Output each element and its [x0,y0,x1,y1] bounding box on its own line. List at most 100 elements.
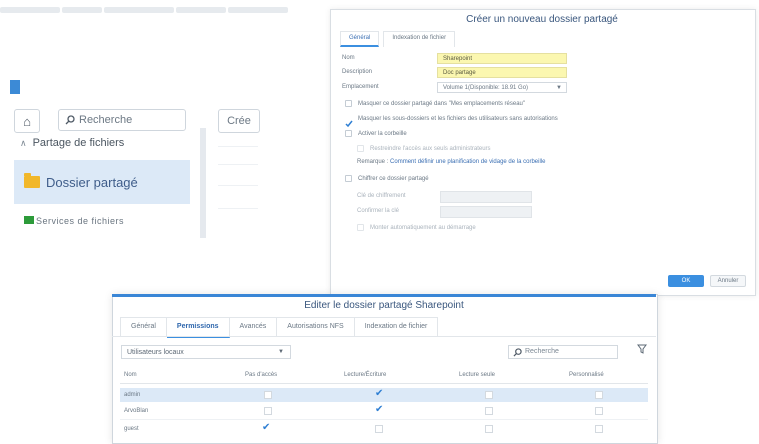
checkbox-disabled[interactable] [357,224,364,231]
check-icon[interactable]: ✔ [375,389,383,399]
filter-button[interactable] [634,344,650,360]
table-row[interactable] [120,404,648,418]
tab-file-indexing[interactable]: Indexation de fichier [383,31,456,47]
location-value: Volume 1(Disponible: 18.91 Go) [443,85,529,91]
check-icon[interactable]: ✔ [262,423,270,433]
checkbox-no-access[interactable] [264,391,272,399]
dropdown-arrow-icon: ▼ [556,85,562,91]
table-row[interactable] [120,388,648,402]
checkbox-label: Activer la corbeille [358,130,407,137]
checkbox-custom[interactable] [595,407,603,415]
column-header-no-access[interactable]: Pas d'accès [245,372,277,378]
column-header-name[interactable]: Nom [124,372,137,378]
checkbox-custom[interactable] [595,391,603,399]
header-divider [120,383,648,384]
location-select[interactable]: Volume 1(Disponible: 18.91 Go) ▼ [437,82,567,93]
app-logo [10,80,20,94]
description-field[interactable]: Doc partage [437,67,567,78]
checkbox-no-access[interactable] [264,407,272,415]
user-type-value: Utilisateurs locaux [127,349,184,356]
section-title: Partage de fichiers [32,137,125,149]
checkbox-read-write[interactable] [375,425,383,433]
tab-permissions[interactable]: Permissions [166,317,230,338]
divider [218,208,258,209]
panel-divider [200,128,206,238]
remark-prefix: Remarque : [357,159,389,165]
row-name: admin [124,392,141,398]
checkbox-read-only[interactable] [485,425,493,433]
checkbox[interactable] [345,130,352,137]
divider [218,164,258,165]
search-placeholder: Recherche [525,348,559,355]
checkbox-custom[interactable] [595,425,603,433]
name-field[interactable]: Sharepoint [437,53,567,64]
dialog-tabs: Général Permissions Avancés Autorisation… [120,317,439,338]
confirm-key-label: Confirmer la clé [357,208,400,214]
tab-general[interactable]: Général [340,31,380,47]
column-header-read-write[interactable]: Lecture/Écriture [344,372,386,378]
blurred-title-bar [0,0,310,14]
checkbox-label: Monter automatiquement au démarrage [370,224,476,231]
encrypt-key-label: Clé de chiffrement [357,193,406,199]
checkbox[interactable] [345,175,352,182]
name-label: Nom [342,55,355,61]
row-name: ArvoBlan [124,408,149,414]
checkbox-hide-subfolders[interactable]: Masquer les sous-dossiers et les fichier… [345,115,558,128]
column-header-read-only[interactable]: Lecture seule [459,372,495,378]
search-placeholder: Recherche [79,114,133,126]
checkbox-label: Masquer ce dossier partagé dans "Mes emp… [358,100,526,107]
location-label: Emplacement [342,84,379,90]
checkbox-label: Restreindre l'accès aux seuls administra… [370,145,491,152]
confirm-key-input[interactable] [440,206,532,218]
sidebar-item-label: Dossier partagé [46,175,138,190]
chevron-up-icon: ∧ [20,137,27,148]
table-row[interactable] [120,422,648,436]
dialog-title: Créer un nouveau dossier partagé [466,14,618,25]
cancel-button[interactable]: Annuler [710,275,746,287]
checkbox-admin-only[interactable]: Restreindre l'accès aux seuls administra… [357,145,491,152]
file-services-icon [24,216,34,224]
dialog-accent-bar [112,294,656,297]
checkbox-recycle-bin[interactable]: Activer la corbeille [345,130,407,137]
checkbox-read-only[interactable] [485,391,493,399]
checkbox[interactable] [345,100,352,107]
check-icon[interactable]: ✔ [375,405,383,415]
folder-icon [24,173,40,188]
remark-link[interactable]: Comment définir une planification de vid… [390,159,545,165]
checkbox-label: Chiffrer ce dossier partagé [358,175,429,182]
tab-nfs-permissions[interactable]: Autorisations NFS [277,317,355,337]
search-icon [513,347,522,357]
checkbox-checked[interactable] [345,115,353,128]
checkbox-read-only[interactable] [485,407,493,415]
search-icon [65,115,75,125]
user-type-select[interactable]: Utilisateurs locaux ▼ [121,345,291,359]
divider [218,146,258,147]
checkbox-hide-network[interactable]: Masquer ce dossier partagé dans "Mes emp… [345,100,525,107]
ok-button[interactable]: OK [668,275,704,287]
search-input[interactable]: Recherche [58,109,186,131]
tab-file-indexing[interactable]: Indexation de fichier [354,317,439,337]
tab-advanced[interactable]: Avancés [229,317,278,337]
divider [218,185,258,186]
row-divider [120,419,648,420]
create-button[interactable]: Crée [218,109,260,133]
checkbox-disabled[interactable] [357,145,364,152]
column-header-custom[interactable]: Personnalisé [569,372,604,378]
remark-text: Remarque : Comment définir une planifica… [357,159,545,165]
dropdown-arrow-icon: ▼ [278,349,284,355]
checkbox-auto-mount[interactable]: Monter automatiquement au démarrage [357,224,476,231]
encrypt-key-input[interactable] [440,191,532,203]
row-name: guest [124,426,139,432]
tab-general[interactable]: Général [120,317,167,337]
checkbox-encrypt[interactable]: Chiffrer ce dossier partagé [345,175,429,182]
checkbox-label: Masquer les sous-dossiers et les fichier… [358,115,558,122]
search-input[interactable]: Recherche [508,345,618,359]
dialog-tabs: Général Indexation de fichier [340,31,456,47]
divider [112,336,656,337]
sidebar-item-file-services[interactable]: Services de fichiers [36,216,124,226]
section-file-sharing[interactable]: ∧ Partage de fichiers [20,137,124,149]
home-button[interactable]: ⌂ [14,109,40,133]
dialog-title: Editer le dossier partagé Sharepoint [304,300,464,311]
filter-icon [637,344,647,354]
home-icon: ⌂ [23,113,31,129]
